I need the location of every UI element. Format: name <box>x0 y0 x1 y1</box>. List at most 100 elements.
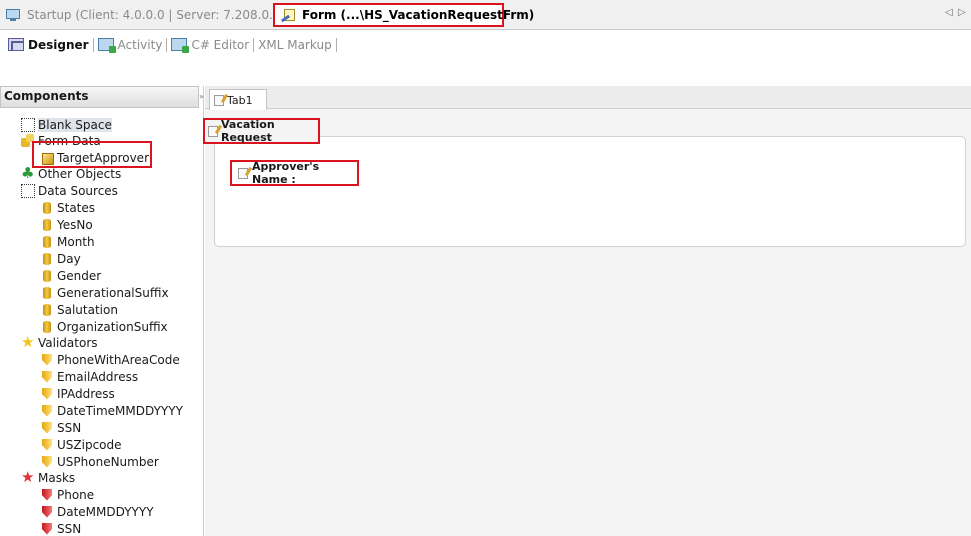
red-shield-icon <box>40 522 54 536</box>
xml-markup-view-button[interactable]: XML Markup <box>256 38 334 52</box>
components-header: Components <box>0 86 199 108</box>
section-title-label: Vacation Request <box>221 118 275 144</box>
shield-icon <box>40 455 54 469</box>
tree-item-label: EmailAddress <box>57 369 139 384</box>
tree-item-label: SSN <box>57 521 82 536</box>
designer-view-button[interactable]: Designer <box>6 38 91 52</box>
activity-view-label: Activity <box>117 37 163 52</box>
tree-item-label: YesNo <box>57 217 93 232</box>
view-divider <box>92 37 94 52</box>
edit-icon <box>238 167 248 179</box>
csharp-editor-icon <box>171 38 190 53</box>
tree-item-other-objects[interactable]: Other Objects <box>21 164 122 182</box>
tree-item-label: Day <box>57 251 81 266</box>
database-icon <box>40 201 54 215</box>
form-document-tab[interactable]: Form (...\HS_VacationRequestFrm) <box>273 3 534 27</box>
tree-item-label: PhoneWithAreaCode <box>57 352 180 367</box>
shield-icon <box>40 438 54 452</box>
tree-item-masks[interactable]: Masks <box>21 468 76 486</box>
blank-space-icon <box>21 117 35 132</box>
tree-item-us-phone-number[interactable]: USPhoneNumber <box>40 453 159 470</box>
shield-icon <box>40 421 54 435</box>
tree-item-ssn-validator[interactable]: SSN <box>40 419 81 436</box>
designer-toolbar <box>0 58 971 86</box>
tree-item-label: DateMMDDYYYY <box>57 504 154 519</box>
database-icon <box>40 303 54 317</box>
tree-item-states[interactable]: States <box>40 199 95 216</box>
tree-item-label: USPhoneNumber <box>57 454 159 469</box>
approvers-name-text: Approver's Name : <box>252 160 320 186</box>
target-approver-highlight <box>32 141 152 168</box>
shield-icon <box>40 353 54 367</box>
tree-item-phone-with-area-code[interactable]: PhoneWithAreaCode <box>40 351 180 368</box>
tree-item-label: OrganizationSuffix <box>57 319 168 334</box>
tree-item-label: DateTimeMMDDYYYY <box>57 403 183 418</box>
tree-item-label: SSN <box>57 420 82 435</box>
view-divider <box>166 37 168 52</box>
tree-item-label: Other Objects <box>38 166 122 181</box>
database-icon <box>40 269 54 283</box>
tree-item-salutation[interactable]: Salutation <box>40 301 118 318</box>
tree-item-ssn-mask[interactable]: SSN <box>40 520 81 536</box>
tree-item-phone-mask[interactable]: Phone <box>40 486 94 503</box>
view-divider <box>253 37 255 52</box>
tree-item-day[interactable]: Day <box>40 250 81 267</box>
database-icon <box>40 235 54 249</box>
monitor-icon <box>6 8 22 22</box>
tree-item-us-zipcode[interactable]: USZipcode <box>40 436 122 453</box>
red-shield-icon <box>40 505 54 519</box>
tree-item-label: Blank Space <box>38 117 112 132</box>
database-icon <box>40 218 54 232</box>
red-star-icon <box>21 468 35 486</box>
tree-item-label: IPAddress <box>57 386 115 401</box>
designer-tab-strip: Tab1 <box>205 86 971 110</box>
tree-item-label: Masks <box>38 470 76 485</box>
tree-item-label: Validators <box>38 335 98 350</box>
tree-item-label: GenerationalSuffix <box>57 285 169 300</box>
tree-item-ip-address[interactable]: IPAddress <box>40 385 115 402</box>
approvers-name-label[interactable]: Approver's Name : <box>230 160 359 186</box>
scroll-tabs-right-icon[interactable]: ▷ <box>958 7 966 18</box>
activity-icon <box>97 38 116 53</box>
tree-item-label: Salutation <box>57 302 118 317</box>
database-icon <box>40 252 54 266</box>
database-icon <box>40 286 54 300</box>
database-icon <box>40 320 54 334</box>
tree-item-datetime-mmddyyyy[interactable]: DateTimeMMDDYYYY <box>40 402 183 419</box>
blank-space-icon <box>21 183 35 198</box>
tree-item-email-address[interactable]: EmailAddress <box>40 368 138 385</box>
tree-item-label: Gender <box>57 268 102 283</box>
scroll-tabs-left-icon[interactable]: ◁ <box>945 7 953 18</box>
tree-item-label: Month <box>57 234 95 249</box>
tree-item-validators[interactable]: Validators <box>21 333 98 351</box>
tree-item-month[interactable]: Month <box>40 233 95 250</box>
document-tab-strip: Startup (Client: 4.0.0.0 | Server: 7.208… <box>0 0 971 30</box>
tab1-label: Tab1 <box>227 93 253 107</box>
section-title-vacation-request[interactable]: Vacation Request <box>203 118 320 144</box>
tree-item-gender[interactable]: Gender <box>40 267 101 284</box>
tree-item-generational-suffix[interactable]: GenerationalSuffix <box>40 284 169 301</box>
csharp-editor-view-button[interactable]: C# Editor <box>169 38 251 53</box>
xml-markup-view-label: XML Markup <box>258 37 332 52</box>
star-icon <box>21 333 35 351</box>
activity-view-button[interactable]: Activity <box>96 37 165 53</box>
form-tab-label: Form (...\HS_VacationRequestFrm) <box>302 8 535 22</box>
tree-item-label: USZipcode <box>57 437 122 452</box>
tree-item-blank-space[interactable]: Blank Space <box>21 116 112 133</box>
form-icon <box>280 8 297 23</box>
tree-item-data-sources[interactable]: Data Sources <box>21 182 118 199</box>
tree-item-label: Data Sources <box>38 183 118 198</box>
vacation-request-section[interactable] <box>214 136 966 247</box>
tab-tab1[interactable]: Tab1 <box>209 89 267 110</box>
shield-icon <box>40 387 54 401</box>
tree-item-organization-suffix[interactable]: OrganizationSuffix <box>40 318 168 335</box>
edit-icon <box>214 94 224 106</box>
tree-item-date-mmddyyyy[interactable]: DateMMDDYYYY <box>40 503 154 520</box>
tree-item-label: Phone <box>57 487 95 502</box>
tree-item-label: States <box>57 200 96 215</box>
shield-icon <box>40 404 54 418</box>
tree-item-yesno[interactable]: YesNo <box>40 216 93 233</box>
designer-canvas: Tab1 Vacation Request Approver's Name : <box>203 86 971 536</box>
view-switcher: Designer Activity C# Editor XML Markup <box>0 31 971 58</box>
edit-icon <box>208 125 218 137</box>
